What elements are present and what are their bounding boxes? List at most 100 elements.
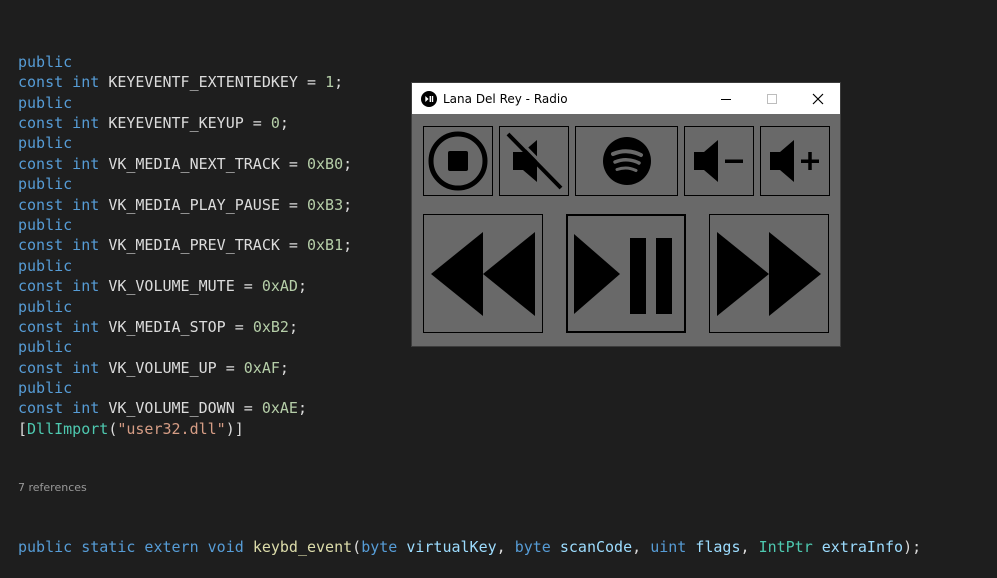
code-token: ( [108, 419, 118, 438]
app-icon [421, 90, 437, 107]
code-token: VK_VOLUME_UP [108, 358, 217, 377]
code-token: 0xAE [261, 399, 298, 418]
radio-window: Lana Del Rey - Radio [411, 82, 841, 347]
stop-button[interactable] [423, 126, 493, 196]
code-token: 0 [270, 113, 280, 132]
spotify-icon [602, 137, 651, 185]
code-token: 0xB3 [307, 195, 344, 214]
code-token: const int [18, 358, 109, 377]
code-token: = [279, 236, 307, 255]
code-token: const int [18, 154, 109, 173]
maximize-button[interactable] [749, 83, 795, 114]
code-token: scanCode [559, 537, 633, 556]
code-token: 0xB2 [252, 317, 289, 336]
code-token: DllImport [27, 419, 109, 438]
title-bar[interactable]: Lana Del Rey - Radio [412, 83, 840, 114]
code-line: const int VK_VOLUME_DOWN = 0xAE; [18, 398, 921, 418]
code-token: = [216, 358, 244, 377]
code-line: public [18, 52, 921, 72]
method-signature-line: public static extern void keybd_event(by… [18, 537, 921, 557]
code-token: ( [352, 537, 362, 556]
code-token: ; [297, 399, 307, 418]
code-token: = [225, 317, 253, 336]
code-token: public [18, 215, 73, 234]
code-token: ; [343, 154, 353, 173]
code-token: VK_MEDIA_NEXT_TRACK [108, 154, 280, 173]
code-token: IntPtr [758, 537, 822, 556]
code-token: = [234, 277, 262, 296]
code-token: const int [18, 317, 109, 336]
code-token: byte [514, 537, 560, 556]
code-token: VK_MEDIA_PREV_TRACK [108, 236, 280, 255]
window-title: Lana Del Rey - Radio [443, 91, 568, 106]
volume-down-icon [694, 140, 743, 182]
code-token: KEYEVENTF_KEYUP [108, 113, 244, 132]
code-token: [ [18, 419, 28, 438]
code-token: public [18, 297, 73, 316]
code-token: = [234, 399, 262, 418]
code-token: ; [343, 236, 353, 255]
code-token: byte [361, 537, 407, 556]
previous-track-icon [431, 231, 535, 316]
code-token: VK_MEDIA_PLAY_PAUSE [108, 195, 280, 214]
code-token: = [243, 113, 271, 132]
code-token: public [18, 256, 73, 275]
play-pause-button[interactable] [566, 214, 686, 333]
code-token: public static extern void [18, 537, 253, 556]
code-token: 0xB1 [307, 236, 344, 255]
code-token: = [279, 195, 307, 214]
close-button[interactable] [795, 83, 841, 114]
next-track-icon [717, 231, 821, 316]
volume-down-button[interactable] [684, 126, 754, 196]
code-token: ); [903, 537, 922, 556]
code-token: flags [695, 537, 741, 556]
code-line: public [18, 378, 921, 398]
code-token: 0xAD [261, 277, 298, 296]
code-token: = [297, 73, 326, 92]
close-icon [812, 93, 824, 104]
code-token: VK_VOLUME_DOWN [108, 399, 235, 418]
code-token: = [279, 154, 307, 173]
code-token: 0xAF [243, 358, 280, 377]
mute-icon [506, 130, 565, 190]
next-track-button[interactable] [709, 214, 829, 333]
maximize-icon [767, 93, 777, 104]
code-token: public [18, 134, 73, 153]
code-token: )] [225, 419, 244, 438]
code-token: ; [297, 277, 307, 296]
code-token: ; [288, 317, 298, 336]
volume-up-icon [770, 140, 819, 182]
code-line: [DllImport("user32.dll")] [18, 419, 921, 439]
code-token: "user32.dll" [117, 419, 226, 438]
volume-up-button[interactable] [760, 126, 830, 196]
minimize-icon [721, 98, 731, 100]
code-token: ; [343, 195, 353, 214]
code-token: public [18, 338, 73, 357]
code-token: keybd_event [252, 537, 353, 556]
code-token: virtualKey [406, 537, 497, 556]
spotify-button[interactable] [575, 126, 678, 196]
code-token: KEYEVENTF_EXTENTEDKEY [108, 73, 298, 92]
minimize-button[interactable] [703, 83, 749, 114]
codelens-references[interactable]: 7 references [18, 480, 921, 496]
code-token: uint [650, 537, 696, 556]
code-token: VK_MEDIA_STOP [108, 317, 226, 336]
code-token: public [18, 379, 73, 398]
code-token: extraInfo [821, 537, 904, 556]
code-token: , [496, 537, 515, 556]
code-token: , [740, 537, 759, 556]
code-token: const int [18, 277, 109, 296]
code-token: const int [18, 113, 109, 132]
code-token: VK_VOLUME_MUTE [108, 277, 235, 296]
code-token: const int [18, 73, 109, 92]
code-token: public [18, 52, 73, 71]
code-token: const int [18, 399, 109, 418]
code-token: const int [18, 195, 109, 214]
code-token: , [632, 537, 651, 556]
previous-track-button[interactable] [423, 214, 543, 333]
play-pause-icon [574, 233, 672, 314]
code-line: const int VK_VOLUME_UP = 0xAF; [18, 358, 921, 378]
code-token: ; [334, 73, 344, 92]
code-token: 0xB0 [307, 154, 344, 173]
mute-button[interactable] [499, 126, 569, 196]
